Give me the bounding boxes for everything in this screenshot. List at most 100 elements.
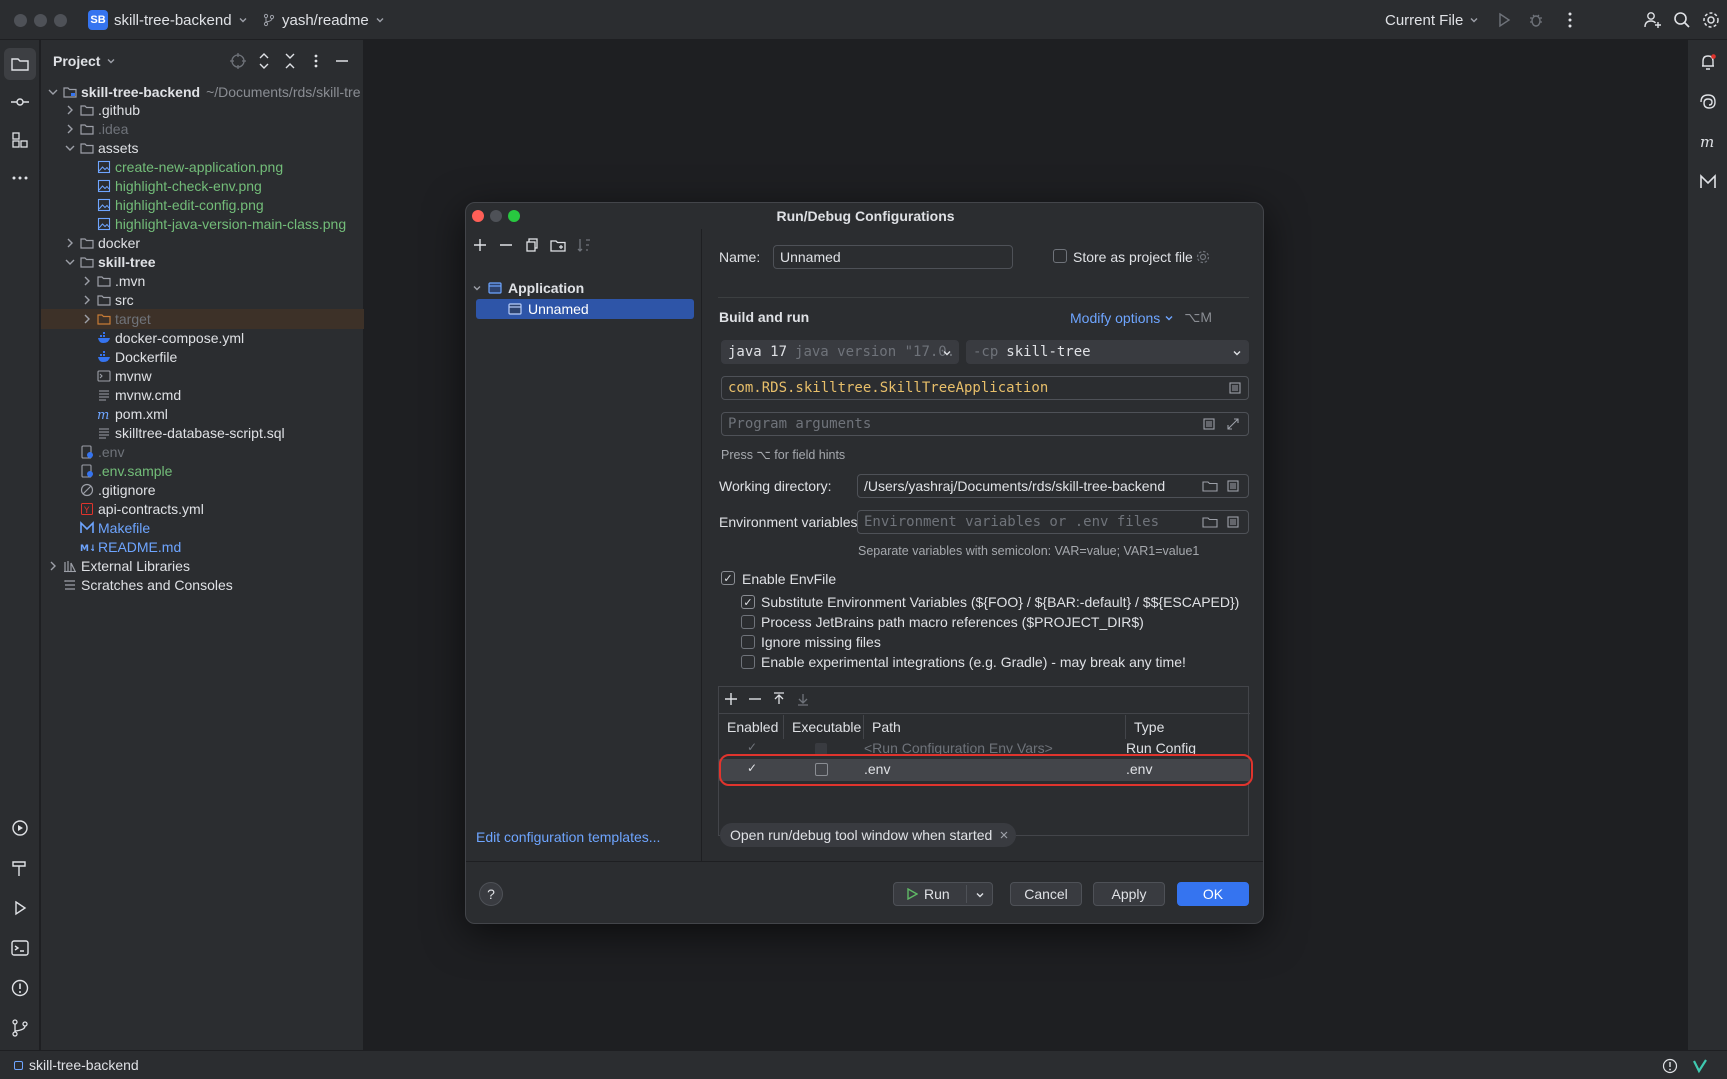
open-tool-window-chip[interactable]: Open run/debug tool window when started	[720, 823, 1017, 847]
tree-item[interactable]: m pom.xml	[41, 404, 364, 424]
tree-item[interactable]: Makefile	[41, 518, 364, 538]
window-close-button[interactable]	[14, 14, 27, 27]
window-minimize-button[interactable]	[34, 14, 47, 27]
tree-item[interactable]: M↓ README.md	[41, 537, 364, 557]
edit-env-list-icon[interactable]	[1226, 515, 1240, 529]
chevron-right-icon[interactable]	[64, 123, 76, 135]
enable-envfile-checkbox[interactable]: ✓	[721, 571, 735, 585]
column-header-executable[interactable]: Executable	[784, 715, 864, 739]
chevron-right-icon[interactable]	[81, 313, 93, 325]
project-panel-title[interactable]: Project	[53, 53, 100, 69]
window-zoom-button[interactable]	[54, 14, 67, 27]
tree-item[interactable]: Scratches and Consoles	[41, 575, 364, 595]
tree-item[interactable]: assets	[41, 138, 364, 158]
remove-icon[interactable]	[498, 237, 514, 253]
chevron-down-icon[interactable]	[106, 56, 116, 66]
column-header-enabled[interactable]: Enabled	[719, 715, 784, 739]
tree-item[interactable]: External Libraries	[41, 556, 364, 576]
working-directory-input[interactable]: /Users/yashraj/Documents/rds/skill-tree-…	[857, 474, 1249, 498]
chevron-down-icon[interactable]	[472, 283, 482, 293]
chevron-right-icon[interactable]	[81, 275, 93, 287]
help-button[interactable]: ?	[479, 882, 503, 906]
tree-item[interactable]: .env	[41, 442, 364, 462]
browse-list-icon[interactable]	[1228, 381, 1242, 395]
close-icon[interactable]	[1000, 831, 1008, 839]
row-path[interactable]: .env	[864, 761, 890, 777]
tree-item[interactable]: mvnw.cmd	[41, 385, 364, 405]
chevron-right-icon[interactable]	[47, 560, 59, 572]
more-vertical-icon[interactable]	[1560, 10, 1580, 30]
program-arguments-input[interactable]: Program arguments	[721, 412, 1249, 436]
expand-icon[interactable]	[1226, 417, 1240, 431]
envfile-option-checkbox[interactable]	[741, 615, 755, 629]
row-enabled-check[interactable]: ✓	[747, 761, 757, 775]
envfile-option-checkbox[interactable]	[741, 635, 755, 649]
store-as-project-checkbox[interactable]	[1053, 249, 1067, 263]
module-classpath-select[interactable]: -cp skill-tree	[966, 340, 1249, 364]
branch-switcher[interactable]: yash/readme	[262, 0, 385, 40]
structure-icon[interactable]	[10, 130, 30, 150]
main-class-input[interactable]: com.RDS.skilltree.SkillTreeApplication	[721, 376, 1249, 400]
project-switcher[interactable]: SB skill-tree-backend	[88, 0, 248, 40]
jdk-select[interactable]: java 17 java version "17.0.	[721, 340, 959, 364]
chevron-right-icon[interactable]	[81, 294, 93, 306]
locate-file-icon[interactable]	[229, 52, 247, 70]
envfile-option-checkbox[interactable]: ✓	[741, 595, 755, 609]
debug-icon[interactable]	[1526, 10, 1546, 30]
tree-item[interactable]: docker	[41, 233, 364, 253]
apply-button[interactable]: Apply	[1093, 882, 1165, 906]
build-hammer-icon[interactable]	[10, 858, 30, 878]
add-icon[interactable]	[472, 237, 488, 253]
environment-variables-input[interactable]: Environment variables or .env files	[857, 510, 1249, 534]
name-input[interactable]: Unnamed	[773, 245, 1013, 269]
status-project-name[interactable]: skill-tree-backend	[29, 1057, 139, 1073]
tree-item-unnamed[interactable]: Unnamed	[476, 299, 694, 319]
git-icon[interactable]	[10, 1018, 30, 1038]
table-row[interactable]: ✓ <Run Configuration Env Vars> Run Confi…	[719, 739, 1250, 759]
tree-item[interactable]: create-new-application.png	[41, 157, 364, 177]
chevron-down-icon[interactable]	[64, 256, 76, 268]
folder-icon[interactable]	[1202, 515, 1218, 529]
add-icon[interactable]	[723, 691, 739, 707]
tree-item[interactable]: skilltree-database-script.sql	[41, 423, 364, 443]
gear-icon[interactable]	[1195, 249, 1211, 265]
envfile-option-checkbox[interactable]	[741, 655, 755, 669]
tree-item[interactable]: .env.sample	[41, 461, 364, 481]
remove-icon[interactable]	[747, 691, 763, 707]
folder-icon[interactable]	[1202, 479, 1218, 493]
edit-templates-link[interactable]: Edit configuration templates...	[476, 829, 660, 845]
tree-item[interactable]: highlight-edit-config.png	[41, 195, 364, 215]
collapse-all-icon[interactable]	[281, 52, 299, 70]
search-icon[interactable]	[1672, 10, 1692, 30]
tree-item[interactable]: .idea	[41, 119, 364, 139]
chevron-down-icon[interactable]	[64, 142, 76, 154]
tree-root[interactable]: skill-tree-backend ~/Documents/rds/skill…	[41, 82, 364, 102]
tree-item[interactable]: target	[41, 309, 364, 329]
move-down-icon[interactable]	[795, 691, 811, 707]
run-icon[interactable]	[1494, 10, 1514, 30]
sort-icon[interactable]	[576, 237, 592, 253]
table-row[interactable]: ✓ .env .env	[719, 759, 1250, 781]
tree-item[interactable]: .gitignore	[41, 480, 364, 500]
expand-all-icon[interactable]	[255, 52, 273, 70]
maven-m-icon[interactable]: m	[1698, 132, 1718, 152]
hide-panel-icon[interactable]	[333, 52, 351, 70]
run-tool-icon[interactable]	[10, 898, 30, 918]
options-menu-icon[interactable]	[307, 52, 325, 70]
new-folder-icon[interactable]	[550, 237, 566, 253]
tree-item[interactable]: Dockerfile	[41, 347, 364, 367]
notifications-bell-icon[interactable]	[1698, 52, 1718, 72]
markdown-m-icon[interactable]	[1698, 172, 1718, 192]
tree-item[interactable]: docker-compose.yml	[41, 328, 364, 348]
tree-item[interactable]: src	[41, 290, 364, 310]
tree-item[interactable]: .github	[41, 100, 364, 120]
tree-item[interactable]: skill-tree	[41, 252, 364, 272]
tree-item[interactable]: Yapi-contracts.yml	[41, 499, 364, 519]
terminal-icon[interactable]	[10, 938, 30, 958]
tree-item[interactable]: .mvn	[41, 271, 364, 291]
move-up-icon[interactable]	[771, 691, 787, 707]
modify-options-link[interactable]: Modify options ⌥M	[1070, 309, 1212, 326]
row-type[interactable]: .env	[1126, 761, 1152, 777]
ai-assistant-icon[interactable]	[1698, 92, 1718, 112]
column-header-path[interactable]: Path	[864, 715, 1126, 739]
